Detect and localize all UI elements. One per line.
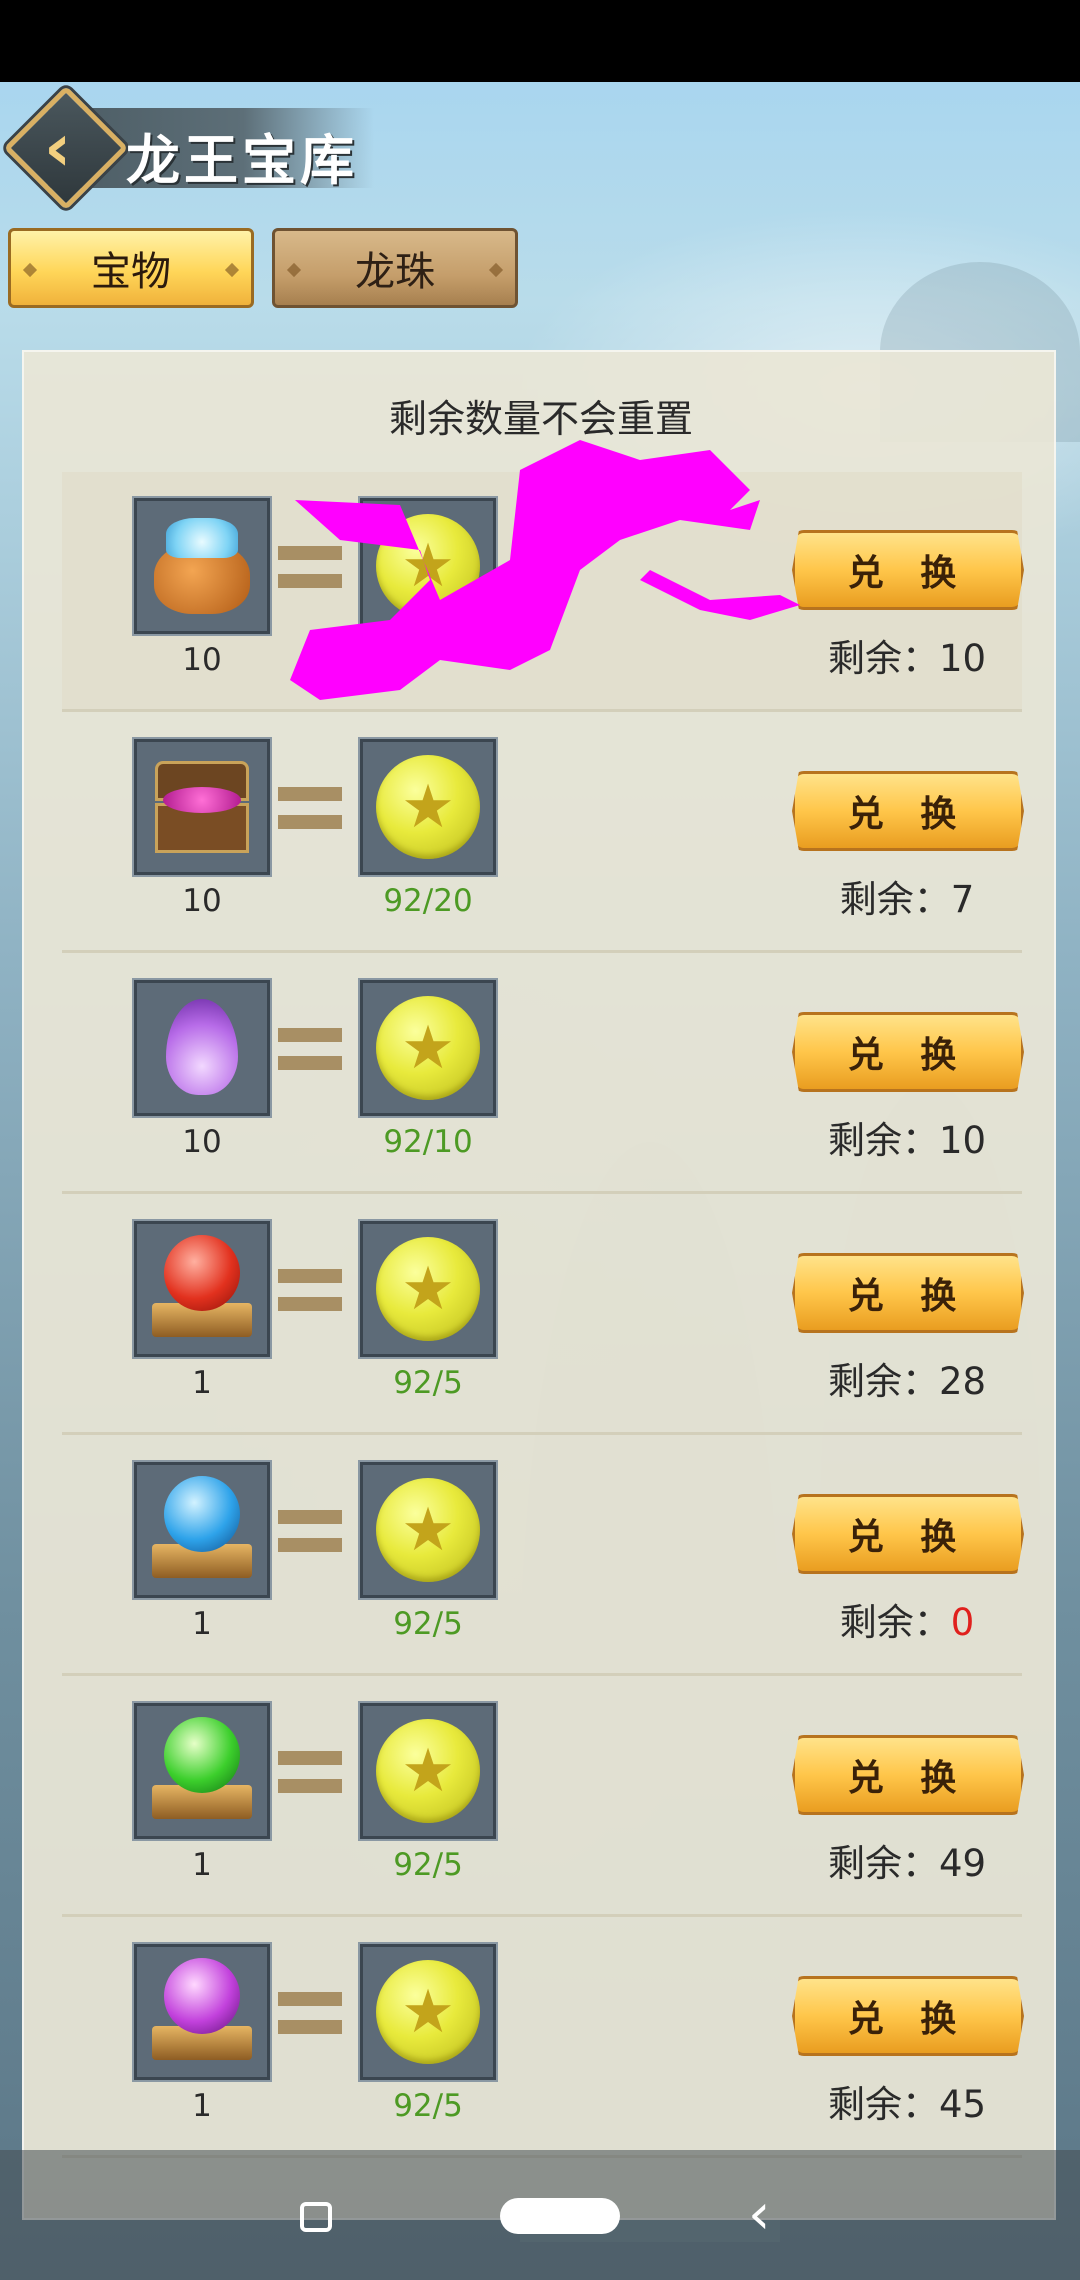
- remaining-value: 49: [938, 1842, 987, 1885]
- exchange-row: 1 ★ 92/5 兑 换剩余：49: [62, 1677, 1024, 1917]
- star-coin-icon[interactable]: ★: [358, 1942, 498, 2082]
- remaining-value: 0: [950, 1601, 975, 1644]
- remaining-value: 45: [938, 2083, 987, 2126]
- remaining-count: 剩余：49: [752, 1833, 1054, 1887]
- star-coin-icon[interactable]: ★: [358, 1219, 498, 1359]
- remaining-value: 28: [938, 1360, 987, 1403]
- remaining-label: 剩余：: [839, 1601, 951, 1644]
- remaining-value: 10: [938, 637, 987, 680]
- tab-label: 宝物: [91, 249, 171, 295]
- back-chevron-icon[interactable]: ‹: [748, 2180, 770, 2250]
- exchange-button[interactable]: 兑 换: [792, 1976, 1024, 2056]
- cost-count: 92/10: [383, 1124, 473, 1160]
- item-quantity: 10: [182, 1124, 222, 1160]
- item-quantity: 1: [192, 2088, 212, 2124]
- remaining-label: 剩余：: [827, 1842, 939, 1885]
- equals-icon: [278, 787, 342, 831]
- treasure-chest-icon[interactable]: [132, 737, 272, 877]
- equals-icon: [278, 1510, 342, 1554]
- remaining-count: 剩余：0: [752, 1592, 1054, 1646]
- tab-dragon-pearl[interactable]: 龙珠: [272, 228, 518, 308]
- cost-count: 92/5: [393, 1365, 463, 1401]
- cost-count: 92/5: [393, 1606, 463, 1642]
- star-coin-icon[interactable]: ★: [358, 737, 498, 877]
- equals-icon: [278, 1751, 342, 1795]
- remaining-label: 剩余：: [827, 1119, 939, 1162]
- exchange-row: 1 ★ 92/5 兑 换剩余：28: [62, 1195, 1024, 1435]
- remaining-label: 剩余：: [839, 878, 951, 921]
- exchange-button[interactable]: 兑 换: [792, 1494, 1024, 1574]
- item-quantity: 1: [192, 1847, 212, 1883]
- system-nav-bar: ‹: [0, 2150, 1080, 2280]
- equals-icon: [278, 1992, 342, 2036]
- item-quantity: 10: [182, 642, 222, 678]
- purple-flame-icon[interactable]: [132, 978, 272, 1118]
- cost-count: 92/20: [383, 883, 473, 919]
- green-orb-icon[interactable]: [132, 1701, 272, 1841]
- item-quantity: 10: [182, 883, 222, 919]
- exchange-button[interactable]: 兑 换: [792, 771, 1024, 851]
- star-coin-icon[interactable]: ★: [358, 1701, 498, 1841]
- purple-orb-icon[interactable]: [132, 1942, 272, 2082]
- equals-icon: [278, 1269, 342, 1313]
- cost-count: 92/5: [393, 1847, 463, 1883]
- exchange-button[interactable]: 兑 换: [792, 1735, 1024, 1815]
- square-icon[interactable]: [300, 2202, 332, 2232]
- tab-label: 龙珠: [355, 249, 435, 295]
- remaining-count: 剩余：28: [752, 1351, 1054, 1405]
- star-coin-icon[interactable]: ★: [358, 978, 498, 1118]
- exchange-row: 10 ★ 92/20 兑 换剩余：7: [62, 713, 1024, 953]
- magenta-scribble: [290, 440, 800, 700]
- pill-icon[interactable]: [500, 2198, 620, 2234]
- page-title: 龙王宝库: [126, 128, 358, 192]
- star-coin-icon[interactable]: ★: [358, 1460, 498, 1600]
- item-quantity: 1: [192, 1365, 212, 1401]
- remaining-label: 剩余：: [827, 637, 939, 680]
- red-orb-icon[interactable]: [132, 1219, 272, 1359]
- remaining-value: 7: [950, 878, 975, 921]
- remaining-label: 剩余：: [827, 2083, 939, 2126]
- tab-treasure[interactable]: 宝物: [8, 228, 254, 308]
- exchange-row: 1 ★ 92/5 兑 换剩余：0: [62, 1436, 1024, 1676]
- back-chevron-icon: ‹: [44, 109, 72, 186]
- crystal-bag-icon[interactable]: [132, 496, 272, 636]
- equals-icon: [278, 1028, 342, 1072]
- remaining-count: 剩余：10: [752, 1110, 1054, 1164]
- remaining-count: 剩余：7: [752, 869, 1054, 923]
- header: ‹ 龙王宝库: [3, 85, 374, 211]
- item-quantity: 1: [192, 1606, 212, 1642]
- exchange-button[interactable]: 兑 换: [792, 530, 1024, 610]
- exchange-button[interactable]: 兑 换: [792, 1253, 1024, 1333]
- status-bar: [0, 0, 1080, 82]
- remaining-value: 10: [938, 1119, 987, 1162]
- blue-orb-icon[interactable]: [132, 1460, 272, 1600]
- remaining-label: 剩余：: [827, 1360, 939, 1403]
- exchange-button[interactable]: 兑 换: [792, 1012, 1024, 1092]
- cost-count: 92/5: [393, 2088, 463, 2124]
- exchange-row: 1 ★ 92/5 兑 换剩余：45: [62, 1918, 1024, 2158]
- exchange-row: 10 ★ 92/10 兑 换剩余：10: [62, 954, 1024, 1194]
- remaining-count: 剩余：45: [752, 2074, 1054, 2128]
